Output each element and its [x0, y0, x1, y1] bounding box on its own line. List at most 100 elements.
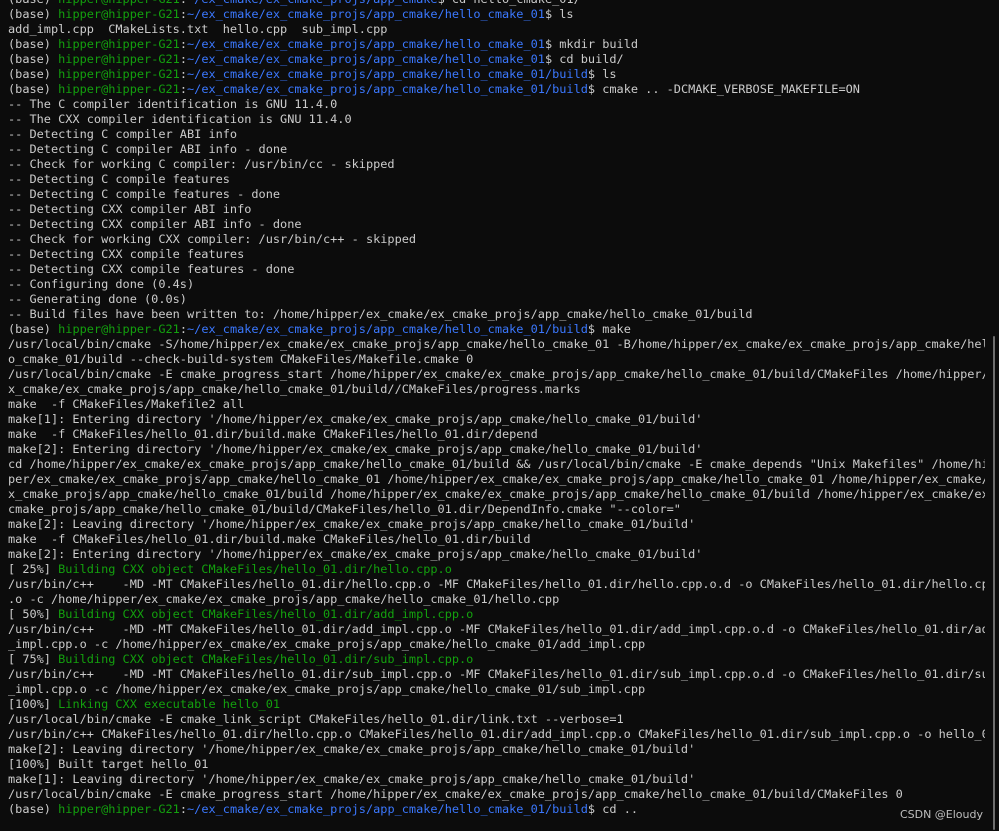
output-text: -- The C compiler identification is GNU … — [8, 97, 338, 111]
build-step-text: Building CXX object CMakeFiles/hello_01.… — [58, 562, 452, 576]
terminal-line: x_cmake/ex_cmake_projs/app_cmake/hello_c… — [8, 382, 983, 397]
output-text: -- Detecting C compile features - done — [8, 187, 281, 201]
terminal-line: make[1]: Leaving directory '/home/hipper… — [8, 772, 983, 787]
output-text: -- Build files have been written to: /ho… — [8, 307, 753, 321]
output-text: -- Detecting C compiler ABI info - done — [8, 142, 288, 156]
output-text: -- Detecting CXX compiler ABI info - don… — [8, 217, 302, 231]
output-text: : — [179, 802, 187, 816]
output-text: : — [179, 52, 187, 66]
output-text: make -f CMakeFiles/hello_01.dir/build.ma… — [8, 532, 531, 546]
terminal-line: per/ex_cmake/ex_cmake_projs/app_cmake/he… — [8, 472, 996, 487]
output-text: /usr/bin/c++ CMakeFiles/hello_01.dir/hel… — [8, 727, 996, 741]
build-step-text: Building CXX object CMakeFiles/hello_01.… — [58, 607, 474, 621]
terminal-line: [ 75%] Building CXX object CMakeFiles/he… — [8, 652, 983, 667]
scrollbar[interactable] — [985, 0, 999, 831]
terminal-line: /usr/bin/c++ -MD -MT CMakeFiles/hello_01… — [8, 622, 996, 637]
terminal-line: -- Detecting CXX compile features — [8, 247, 983, 262]
terminal-line: (base) hipper@hipper-G21:~/ex_cmake/ex_c… — [8, 322, 983, 337]
terminal-line: o_cmake_01/build --check-build-system CM… — [8, 352, 983, 367]
prompt-user: hipper@hipper-G21 — [58, 37, 180, 51]
output-text: o_cmake_01/build --check-build-system CM… — [8, 352, 474, 366]
output-text: -- Detecting C compile features — [8, 172, 230, 186]
terminal-line: (base) hipper@hipper-G21:~/ex_cmake/ex_c… — [8, 802, 983, 817]
terminal-line: cd /home/hipper/ex_cmake/ex_cmake_projs/… — [8, 457, 996, 472]
terminal-line: /usr/bin/c++ CMakeFiles/hello_01.dir/hel… — [8, 727, 996, 742]
output-text: make -f CMakeFiles/Makefile2 all — [8, 397, 245, 411]
terminal-line: cmake_projs/app_cmake/hello_cmake_01/bui… — [8, 502, 983, 517]
terminal-line: add_impl.cpp CMakeLists.txt hello.cpp su… — [8, 22, 983, 37]
output-text: $ mkdir build — [544, 37, 639, 51]
output-text: : — [179, 82, 187, 96]
terminal-line: make[2]: Leaving directory '/home/hipper… — [8, 517, 983, 532]
prompt-user: hipper@hipper-G21 — [58, 802, 180, 816]
output-text: $ cd .. — [587, 802, 639, 816]
terminal-line: (base) hipper@hipper-G21:~/ex_cmake/ex_c… — [8, 37, 983, 52]
output-text: (base) — [8, 7, 59, 21]
output-text: (base) — [8, 322, 59, 336]
prompt-user: hipper@hipper-G21 — [58, 52, 180, 66]
terminal-line: (base) hipper@hipper-G21:~/ex_cmake/ex_c… — [8, 7, 983, 22]
terminal-line: -- Detecting C compiler ABI info - done — [8, 142, 983, 157]
watermark: CSDN @Eloudy — [899, 808, 983, 821]
output-text: /usr/local/bin/cmake -E cmake_progress_s… — [8, 787, 903, 801]
terminal-line: make -f CMakeFiles/Makefile2 all — [8, 397, 983, 412]
terminal-line: make[2]: Entering directory '/home/hippe… — [8, 442, 983, 457]
output-text: x_cmake/ex_cmake_projs/app_cmake/hello_c… — [8, 382, 581, 396]
terminal-line: -- Detecting C compiler ABI info — [8, 127, 983, 142]
terminal-line: make -f CMakeFiles/hello_01.dir/build.ma… — [8, 427, 983, 442]
scrollbar-thumb[interactable] — [993, 336, 995, 830]
prompt-path: ~/ex_cmake/ex_cmake_projs/app_cmake/hell… — [187, 67, 588, 81]
output-text: $ ls — [587, 67, 617, 81]
prompt-user: hipper@hipper-G21 — [58, 0, 180, 6]
terminal-line: (base) hipper@hipper-G21:~/ex_cmake/ex_c… — [8, 52, 983, 67]
prompt-path: ~/ex_cmake/ex_cmake_projs/app_cmake/hell… — [187, 52, 545, 66]
output-text: -- Detecting CXX compile features — [8, 247, 245, 261]
terminal-line: -- The CXX compiler identification is GN… — [8, 112, 983, 127]
output-text: add_impl.cpp CMakeLists.txt hello.cpp su… — [8, 22, 388, 36]
output-text: /usr/bin/c++ -MD -MT CMakeFiles/hello_01… — [8, 667, 996, 681]
output-text: -- Detecting C compiler ABI info — [8, 127, 238, 141]
terminal-line: .o -c /home/hipper/ex_cmake/ex_cmake_pro… — [8, 592, 983, 607]
terminal-window[interactable]: (base) hipper@hipper-G21:~/ex_cmake/ex_c… — [0, 0, 999, 831]
terminal-line: /usr/bin/c++ -MD -MT CMakeFiles/hello_01… — [8, 667, 996, 682]
terminal-line: /usr/local/bin/cmake -E cmake_progress_s… — [8, 787, 983, 802]
output-text: [ 25%] — [8, 562, 59, 576]
output-text: x_cmake_projs/app_cmake/hello_cmake_01/b… — [8, 487, 996, 501]
terminal-line: make[2]: Entering directory '/home/hippe… — [8, 547, 983, 562]
prompt-path: ~/ex_cmake/ex_cmake_projs/app_cmake/hell… — [187, 7, 545, 21]
terminal-line: -- Detecting CXX compiler ABI info - don… — [8, 217, 983, 232]
output-text: -- Configuring done (0.4s) — [8, 277, 195, 291]
output-text: (base) — [8, 52, 59, 66]
output-text: .o -c /home/hipper/ex_cmake/ex_cmake_pro… — [8, 592, 560, 606]
output-text: : — [179, 67, 187, 81]
output-text: /usr/local/bin/cmake -S/home/hipper/ex_c… — [8, 337, 996, 351]
output-text: $ cd hello_cmake_01/ — [438, 0, 581, 6]
terminal-line: -- Check for working CXX compiler: /usr/… — [8, 232, 983, 247]
output-text: (base) — [8, 82, 59, 96]
output-text: $ ls — [544, 7, 574, 21]
terminal-line: x_cmake_projs/app_cmake/hello_cmake_01/b… — [8, 487, 996, 502]
terminal-line: -- Detecting CXX compile features - done — [8, 262, 983, 277]
output-text: $ cd build/ — [544, 52, 624, 66]
output-text: [ 75%] — [8, 652, 59, 666]
prompt-user: hipper@hipper-G21 — [58, 67, 180, 81]
terminal-line: /usr/bin/c++ -MD -MT CMakeFiles/hello_01… — [8, 577, 996, 592]
output-text: $ make — [587, 322, 631, 336]
output-text: make[2]: Leaving directory '/home/hipper… — [8, 517, 696, 531]
terminal-line: _impl.cpp.o -c /home/hipper/ex_cmake/ex_… — [8, 637, 983, 652]
output-text: : — [180, 0, 187, 6]
terminal-line: -- Detecting C compile features — [8, 172, 983, 187]
terminal-line: _impl.cpp.o -c /home/hipper/ex_cmake/ex_… — [8, 682, 983, 697]
terminal-line: [ 25%] Building CXX object CMakeFiles/he… — [8, 562, 983, 577]
output-text: cmake_projs/app_cmake/hello_cmake_01/bui… — [8, 502, 681, 516]
output-text: : — [179, 37, 187, 51]
output-text: make[2]: Entering directory '/home/hippe… — [8, 442, 703, 456]
output-text: make[2]: Leaving directory '/home/hipper… — [8, 742, 696, 756]
output-text: -- Generating done (0.0s) — [8, 292, 187, 306]
output-text: [100%] — [8, 697, 59, 711]
terminal-line: [100%] Built target hello_01 — [8, 757, 983, 772]
output-text: -- The CXX compiler identification is GN… — [8, 112, 352, 126]
terminal-line: /usr/local/bin/cmake -E cmake_link_scrip… — [8, 712, 983, 727]
output-text: : — [179, 7, 187, 21]
output-text: (base) — [8, 0, 58, 6]
